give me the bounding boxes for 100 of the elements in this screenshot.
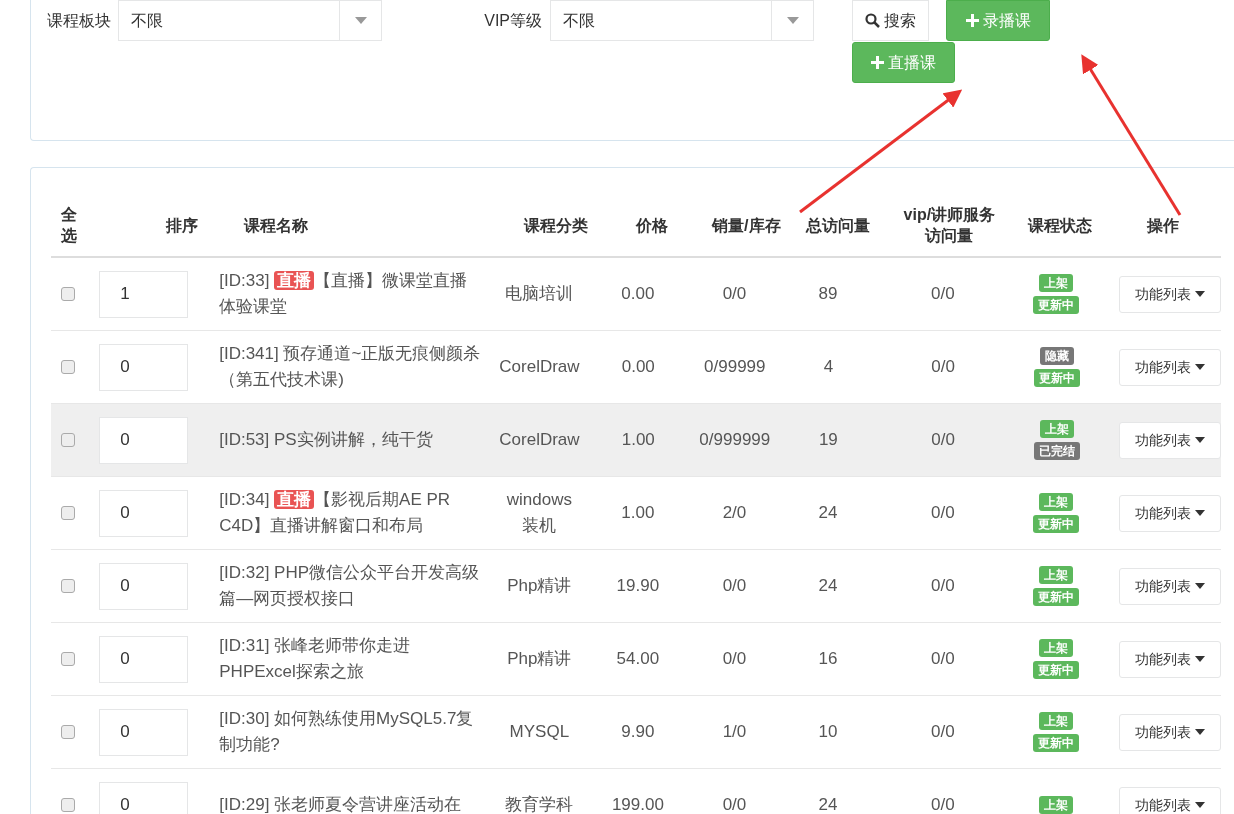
sort-input[interactable]: 0 — [99, 416, 189, 464]
visits-cell-text: 4 — [823, 356, 834, 378]
status-badge: 上架 — [1039, 274, 1074, 292]
column-header: 销量/库存 — [712, 215, 781, 236]
caret-icon — [1195, 510, 1205, 516]
search-icon — [865, 13, 880, 28]
category-cell-text: CorelDraw — [499, 429, 580, 451]
function-list-button[interactable]: 功能列表 — [1119, 567, 1221, 605]
filter-select[interactable]: 不限 — [550, 0, 814, 41]
status-badge: 上架 — [1039, 566, 1074, 584]
vip-visits-cell-text: 0/0 — [931, 429, 955, 451]
vip-visits-cell-text: 0/0 — [931, 648, 955, 670]
caret-icon — [1195, 729, 1205, 735]
price-cell-text: 9.90 — [621, 721, 655, 743]
function-list-button[interactable]: 功能列表 — [1119, 421, 1221, 459]
table-row[interactable]: 0 [ID:53] PS实例讲解，纯干货 CorelDraw 1.00 0/999999 19 0/0 上架 已完结 功能列表 — [51, 404, 1221, 477]
caret-icon — [786, 17, 799, 24]
function-list-button[interactable]: 功能列表 — [1119, 494, 1221, 532]
function-list-button[interactable]: 功能列表 — [1119, 786, 1221, 814]
column-header: 价格 — [636, 215, 669, 236]
column-header: 总访问量 — [805, 215, 870, 236]
visits-cell-text: 10 — [818, 721, 838, 743]
function-list-button[interactable]: 功能列表 — [1119, 640, 1221, 678]
row-checkbox[interactable] — [61, 579, 75, 593]
sort-input[interactable]: 0 — [99, 635, 189, 683]
row-checkbox[interactable] — [61, 506, 75, 520]
category-cell-text: Php精讲 — [507, 575, 572, 597]
sort-input[interactable]: 0 — [99, 708, 189, 756]
course-name: [ID:53] PS实例讲解，纯干货 — [219, 429, 433, 451]
status-badge: 已完结 — [1033, 442, 1080, 460]
status-badge: 更新中 — [1033, 661, 1080, 679]
function-list-button[interactable]: 功能列表 — [1119, 713, 1221, 751]
category-cell-text: CorelDraw — [499, 356, 580, 378]
vip-visits-cell-text: 0/0 — [931, 356, 955, 378]
vip-visits-cell-text: 0/0 — [931, 283, 955, 305]
price-cell-text: 19.90 — [616, 575, 660, 597]
row-checkbox[interactable] — [61, 433, 75, 447]
price-cell-text: 0.00 — [621, 283, 655, 305]
row-checkbox[interactable] — [61, 725, 75, 739]
sales-stock-cell-text: 0/99999 — [704, 356, 766, 378]
sales-stock-cell-text: 0/0 — [722, 575, 747, 597]
category-cell-text: Php精讲 — [507, 648, 572, 670]
filter-select[interactable]: 不限 — [118, 0, 382, 41]
column-header: vip/讲师服务访问量 — [902, 204, 997, 246]
course-name: [ID:33] 直播 【直播】微课堂直播体验课堂 — [219, 270, 469, 318]
visits-cell-text: 24 — [818, 794, 838, 814]
sales-stock-cell-text: 0/0 — [722, 648, 747, 670]
status-badge: 隐藏 — [1039, 347, 1074, 365]
vip-visits-cell-text: 0/0 — [931, 794, 955, 814]
vip-visits-cell-text: 0/0 — [931, 502, 955, 524]
function-list-button[interactable]: 功能列表 — [1119, 348, 1221, 386]
sort-input[interactable]: 0 — [99, 489, 189, 537]
visits-cell-text: 16 — [818, 648, 838, 670]
sort-input[interactable]: 0 — [99, 343, 189, 391]
status-badge: 上架 — [1039, 712, 1074, 730]
sales-stock-cell-text: 0/0 — [722, 794, 747, 814]
live-tag: 直播 — [274, 271, 315, 290]
sort-input[interactable]: 0 — [99, 562, 189, 610]
search-button[interactable]: 搜索 — [852, 0, 929, 41]
status-badge: 上架 — [1039, 796, 1074, 814]
course-name: [ID:34] 直播 【影视后期AE PR C4D】直播讲解窗口和布局 — [219, 489, 452, 537]
plus-icon — [871, 56, 884, 69]
sort-input[interactable]: 0 — [99, 781, 189, 814]
visits-cell-text: 24 — [818, 575, 838, 597]
sales-stock-cell-text: 0/999999 — [699, 429, 771, 451]
plus-icon — [965, 14, 979, 27]
category-cell-text: 教育学科 — [505, 794, 574, 814]
visits-cell-text: 19 — [818, 429, 838, 451]
sort-input[interactable]: 1 — [99, 270, 189, 318]
category-cell-text: windows装机 — [505, 489, 573, 537]
column-header: 操作 — [1147, 215, 1180, 236]
status-badge: 上架 — [1039, 493, 1074, 511]
column-header: 排序 — [165, 215, 198, 236]
row-checkbox[interactable] — [61, 798, 75, 812]
course-name: [ID:32] PHP微信公众平台开发高级篇—网页授权接口 — [219, 562, 481, 610]
course-name: [ID:31] 张峰老师带你走进PHPExcel探索之旅 — [219, 635, 412, 683]
visits-cell-text: 89 — [818, 283, 838, 305]
filter-label: 课程板块 — [46, 10, 112, 31]
row-checkbox[interactable] — [61, 652, 75, 666]
caret-icon — [1195, 656, 1205, 662]
status-badge: 更新中 — [1033, 369, 1080, 387]
live-tag: 直播 — [274, 490, 315, 509]
price-cell-text: 1.00 — [621, 429, 655, 451]
caret-icon — [1195, 583, 1205, 589]
course-name: [ID:29] 张老师夏令营讲座活动在 — [219, 794, 462, 814]
column-header: 课程名称 — [243, 215, 308, 236]
caret-icon — [1195, 291, 1205, 297]
row-checkbox[interactable] — [61, 360, 75, 374]
course-name: [ID:341] 预存通道~正版无痕侧颜杀（第五代技术课) — [219, 343, 482, 391]
sales-stock-cell-text: 2/0 — [722, 502, 747, 524]
column-header: 课程状态 — [1028, 215, 1093, 236]
sales-stock-cell-text: 0/0 — [722, 283, 747, 305]
category-cell-text: 电脑培训 — [505, 283, 574, 305]
filter-label: VIP等级 — [483, 10, 543, 31]
function-list-button[interactable]: 功能列表 — [1119, 275, 1221, 313]
status-badge: 上架 — [1039, 639, 1074, 657]
visits-cell-text: 24 — [818, 502, 838, 524]
row-checkbox[interactable] — [61, 287, 75, 301]
vip-visits-cell-text: 0/0 — [931, 721, 955, 743]
category-cell-text: MYSQL — [509, 721, 570, 743]
